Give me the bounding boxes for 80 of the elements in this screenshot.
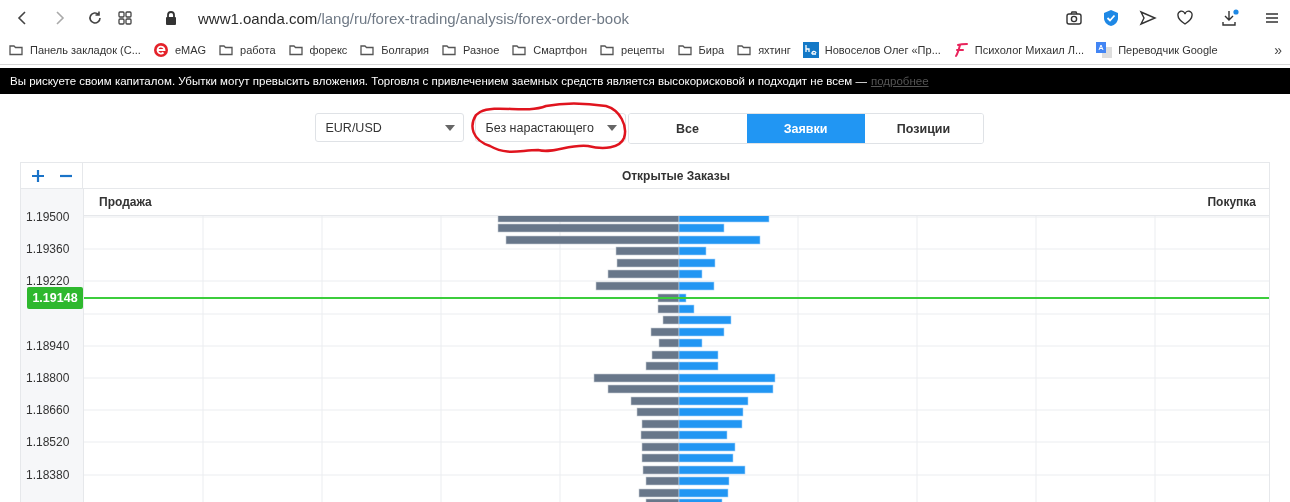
sell-bar — [630, 396, 680, 406]
price-tick: 1.18940 — [26, 338, 70, 353]
send-icon[interactable] — [1139, 9, 1157, 27]
folder-icon — [599, 42, 616, 58]
bookmark[interactable]: рецепты — [599, 42, 665, 58]
buy-bar — [678, 453, 734, 463]
more-bookmarks[interactable]: » — [1274, 42, 1282, 58]
sell-bar — [642, 465, 680, 475]
folder-icon — [287, 42, 304, 58]
sell-bar — [616, 258, 680, 268]
sell-bar — [641, 419, 680, 429]
mode-select[interactable]: Без нарастающего — [474, 113, 626, 142]
sell-bar — [645, 476, 680, 486]
price-tick: 1.18800 — [26, 371, 70, 386]
bookmark[interactable]: Новоселов Олег «Пр... — [802, 42, 941, 58]
bookmark[interactable]: Болгария — [359, 42, 429, 58]
sell-label: Продажа — [99, 195, 152, 209]
heart-icon[interactable] — [1176, 9, 1194, 27]
sell-bar — [645, 361, 680, 371]
caret-icon — [606, 124, 617, 131]
current-price-tag: 1.19148 — [27, 286, 83, 309]
grid-icon[interactable] — [116, 9, 134, 27]
download-icon[interactable] — [1221, 9, 1239, 27]
bookmark[interactable]: яхтинг — [736, 42, 791, 58]
sell-bar — [650, 327, 680, 337]
buy-bar — [678, 430, 728, 440]
bookmark[interactable]: работа — [218, 42, 276, 58]
sell-bar — [657, 293, 680, 303]
site-icon — [802, 42, 819, 58]
folder-icon — [736, 42, 753, 58]
buy-bar — [678, 281, 715, 291]
reload-icon[interactable] — [86, 9, 104, 27]
site-icon — [952, 42, 969, 58]
instrument-select[interactable]: EUR/USD — [314, 113, 464, 142]
buy-bar — [678, 419, 743, 429]
price-tick: 1.19500 — [26, 210, 70, 225]
folder-icon — [359, 42, 376, 58]
price-tick: 1.18660 — [26, 403, 70, 418]
camera-icon[interactable] — [1065, 9, 1083, 27]
price-tick: 1.18520 — [26, 435, 70, 450]
buy-bar — [678, 350, 719, 360]
buy-bar — [678, 396, 749, 406]
sell-bar — [657, 304, 680, 314]
folder-icon — [218, 42, 235, 58]
bookmark[interactable]: Бира — [676, 42, 725, 58]
buy-bar — [678, 407, 744, 417]
sell-bar — [651, 350, 680, 360]
bookmark[interactable]: Панель закладок (С... — [8, 42, 141, 58]
bookmark[interactable]: Разное — [441, 42, 500, 58]
buy-label: Покупка — [1207, 195, 1256, 209]
risk-warning: Вы рискуете своим капиталом. Убытки могут превысить вложения. Торговля с привлечением заемных средств является высокорисковой и подходит не всем — — [10, 75, 867, 87]
sell-bar — [662, 315, 680, 325]
price-tick: 1.19360 — [26, 242, 70, 257]
zoom-in-icon[interactable] — [30, 168, 45, 183]
sell-bar — [658, 338, 680, 348]
sell-bar — [641, 442, 680, 452]
address-bar[interactable]: www1.oanda.com/lang/ru/forex-trading/analysis/forex-order-book — [198, 9, 1059, 27]
price-tick: 1.18380 — [26, 467, 70, 482]
sell-bar — [641, 453, 680, 463]
caret-icon — [444, 124, 455, 131]
buy-bar — [678, 361, 719, 371]
translate-icon — [1096, 42, 1113, 58]
folder-icon — [8, 42, 24, 58]
bookmark[interactable]: форекс — [287, 42, 348, 58]
shield-icon[interactable] — [1102, 9, 1120, 27]
folder-icon — [441, 42, 457, 58]
buy-bar — [678, 476, 730, 486]
folder-icon — [676, 42, 693, 58]
price-tick: 1.19220 — [26, 274, 70, 289]
sell-bar — [636, 407, 680, 417]
bookmark[interactable]: Переводчик Google — [1096, 42, 1218, 58]
bookmark[interactable]: eMAG — [152, 42, 207, 58]
bookmark[interactable]: Смартфон — [511, 42, 588, 58]
chart-title: Открытые Заказы — [621, 168, 731, 183]
folder-icon — [511, 42, 528, 58]
bookmark[interactable]: Психолог Михаил Л... — [952, 42, 1085, 58]
site-icon — [152, 42, 169, 58]
buy-bar — [678, 465, 746, 475]
buy-bar — [678, 442, 736, 452]
sell-bar — [640, 430, 680, 440]
